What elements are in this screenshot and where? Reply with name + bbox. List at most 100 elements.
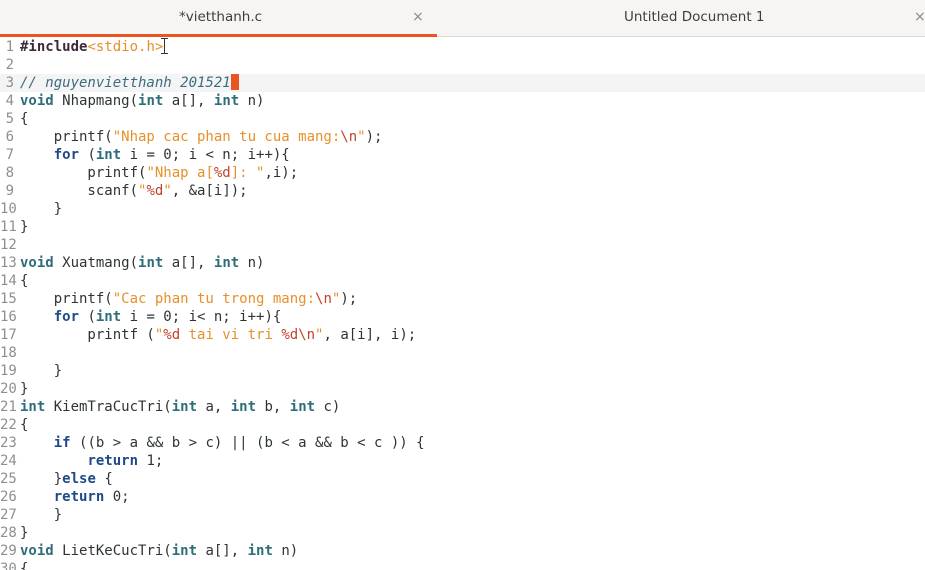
tab-untitled-document-1[interactable]: Untitled Document 1 × [438, 0, 925, 36]
code-line[interactable]: 8 printf("Nhap a[%d]: ",i); [0, 164, 925, 182]
code-line[interactable]: 2 [0, 56, 925, 74]
code-text[interactable]: void LietKeCucTri(int a[], int n) [20, 542, 298, 560]
code-token: int [138, 93, 172, 109]
code-text[interactable]: }else { [20, 470, 113, 488]
code-line[interactable]: 15 printf("Cac phan tu trong mang:\n"); [0, 290, 925, 308]
code-token: " [163, 183, 172, 199]
close-icon[interactable]: × [914, 8, 925, 26]
code-token: tai vi tri [180, 327, 282, 343]
code-text[interactable]: scanf("%d", &a[i]); [20, 182, 247, 200]
code-line[interactable]: 30{ [0, 560, 925, 570]
code-line[interactable]: 29 void LietKeCucTri(int a[], int n) [0, 542, 925, 560]
code-line[interactable]: 27 } [0, 506, 925, 524]
code-line[interactable]: 18 [0, 344, 925, 362]
code-token: void [20, 93, 63, 109]
code-text[interactable]: printf("Nhap cac phan tu cua mang:\n"); [20, 128, 383, 146]
code-text[interactable]: printf ("%d tai vi tri %d\n", a[i], i); [20, 326, 416, 344]
code-line[interactable]: 10 } [0, 200, 925, 218]
code-line[interactable]: 28} [0, 524, 925, 542]
code-line[interactable]: 13 void Xuatmang(int a[], int n) [0, 254, 925, 272]
code-line[interactable]: 23 if ((b > a && b > c) || (b < a && b <… [0, 434, 925, 452]
code-text[interactable]: #include<stdio.h> [20, 38, 163, 56]
code-token: ); [365, 129, 383, 145]
code-token: n) [281, 543, 299, 559]
code-line[interactable]: 9 scanf("%d", &a[i]); [0, 182, 925, 200]
code-token: for [53, 147, 88, 163]
code-token: else [62, 471, 105, 487]
code-text[interactable]: } [20, 218, 28, 236]
code-text[interactable]: printf("Cac phan tu trong mang:\n"); [20, 290, 357, 308]
code-token: LietKeCucTri( [62, 543, 172, 559]
code-token: return [87, 453, 147, 469]
code-token: n) [247, 255, 265, 271]
code-line[interactable]: 4 void Nhapmang(int a[], int n) [0, 92, 925, 110]
code-token: , a[i], i); [323, 327, 417, 343]
line-number: 24 [0, 453, 17, 469]
code-token: } [20, 507, 63, 523]
code-editor[interactable]: 1 #include<stdio.h> 2 3// nguyenvietthanh 2… [0, 37, 925, 570]
code-text[interactable]: } [20, 200, 62, 218]
code-text[interactable]: } [20, 524, 28, 542]
tab-vietthanh-c[interactable]: *vietthanh.c × [0, 0, 437, 37]
code-token: \n [315, 291, 332, 307]
code-token: void [20, 255, 63, 271]
code-line[interactable]: 25 }else { [0, 470, 925, 488]
code-line[interactable]: 6 printf("Nhap cac phan tu cua mang:\n")… [0, 128, 925, 146]
code-line[interactable]: 24 return 1; [0, 452, 925, 470]
code-text[interactable]: { [20, 560, 28, 570]
close-icon[interactable]: × [412, 8, 424, 26]
code-token: printf( [20, 165, 147, 181]
code-line[interactable]: 21 int KiemTraCucTri(int a, int b, int c) [0, 398, 925, 416]
code-text[interactable]: for (int i = 0; i < n; i++){ [20, 146, 290, 164]
code-text[interactable]: void Xuatmang(int a[], int n) [20, 254, 264, 272]
code-line[interactable]: 7 for (int i = 0; i < n; i++){ [0, 146, 925, 164]
code-line[interactable]: 19 } [0, 362, 925, 380]
code-token: int [230, 399, 265, 415]
code-text[interactable]: if ((b > a && b > c) || (b < a && b < c … [20, 434, 425, 452]
code-token: a, [205, 399, 231, 415]
code-line[interactable]: 16 for (int i = 0; i< n; i++){ [0, 308, 925, 326]
code-token: int [247, 543, 282, 559]
code-line[interactable]: 11} [0, 218, 925, 236]
code-token: // nguyenvietthanh 201521 [20, 75, 231, 91]
code-token: ( [87, 309, 96, 325]
line-number: 15 [0, 291, 17, 307]
code-token: { [104, 471, 113, 487]
code-text[interactable]: // nguyenvietthanh 201521 [20, 74, 239, 92]
line-number: 12 [0, 237, 17, 253]
code-line[interactable]: 17 printf ("%d tai vi tri %d\n", a[i], i… [0, 326, 925, 344]
line-number: 1 [5, 39, 14, 55]
line-number: 28 [0, 525, 17, 541]
code-text[interactable]: } [20, 380, 28, 398]
code-line[interactable]: 12 [0, 236, 925, 254]
code-text[interactable]: int KiemTraCucTri(int a, int b, int c) [20, 398, 340, 416]
code-line[interactable]: 22{ [0, 416, 925, 434]
code-token: int [171, 399, 206, 415]
code-token: 1; [146, 453, 164, 469]
code-text[interactable]: return 1; [20, 452, 163, 470]
code-token: i = 0; i< n; i++){ [129, 309, 282, 325]
code-text[interactable]: { [20, 110, 28, 128]
code-text[interactable]: } [20, 506, 62, 524]
code-line[interactable]: 20} [0, 380, 925, 398]
code-text[interactable]: for (int i = 0; i< n; i++){ [20, 308, 282, 326]
code-token: int [95, 309, 130, 325]
line-number: 26 [0, 489, 17, 505]
line-number: 21 [0, 399, 17, 415]
line-number: 22 [0, 417, 17, 433]
code-line[interactable]: 26 return 0; [0, 488, 925, 506]
code-text[interactable]: return 0; [20, 488, 130, 506]
code-line[interactable]: 14{ [0, 272, 925, 290]
code-line[interactable]: 5{ [0, 110, 925, 128]
code-text[interactable]: { [20, 272, 28, 290]
code-token: n) [247, 93, 265, 109]
code-text[interactable]: void Nhapmang(int a[], int n) [20, 92, 264, 110]
line-number: 27 [0, 507, 17, 523]
code-text[interactable]: printf("Nhap a[%d]: ",i); [20, 164, 298, 182]
code-token: int [20, 399, 54, 415]
code-text[interactable]: } [20, 362, 62, 380]
code-text[interactable]: { [20, 416, 28, 434]
code-line[interactable]: 1 #include<stdio.h> [0, 38, 925, 56]
code-line[interactable]: 3 // nguyenvietthanh 201521 [0, 74, 925, 92]
